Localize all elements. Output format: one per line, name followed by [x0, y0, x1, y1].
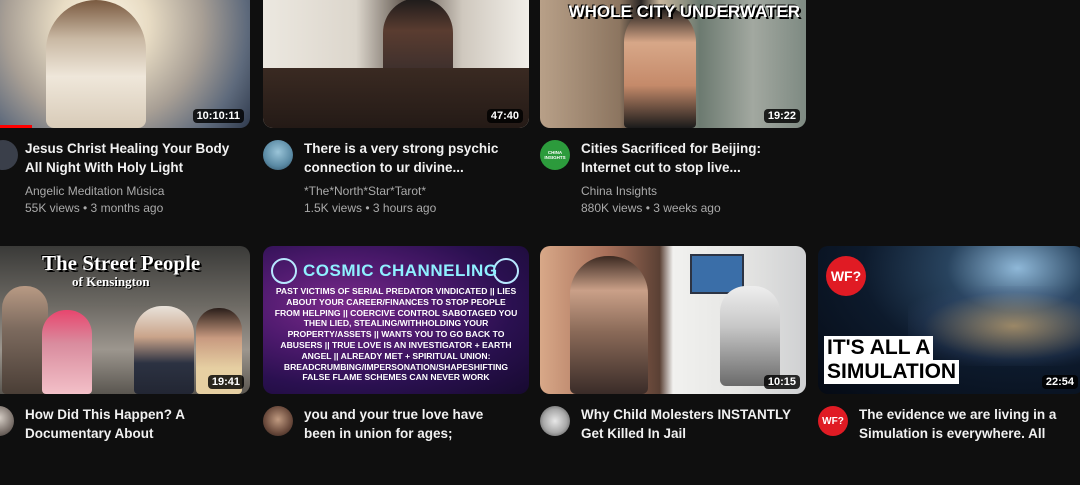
thumbnail-caption: The Street People: [42, 251, 201, 275]
channel-avatar[interactable]: [0, 140, 18, 170]
video-title[interactable]: There is a very strong psychic connectio…: [304, 139, 517, 177]
video-card[interactable]: 10:10:11 Jesus Christ Healing Your Body …: [0, 0, 250, 219]
video-title[interactable]: The evidence we are living in a Simulati…: [859, 405, 1068, 443]
china-insights-logo-icon[interactable]: CHINA INSIGHTS: [540, 140, 570, 170]
channel-avatar[interactable]: [263, 406, 293, 436]
thumbnail-figure: [134, 306, 194, 394]
video-thumbnail[interactable]: 47:40: [263, 0, 529, 128]
thumbnail-caption: SIMULATION: [824, 360, 960, 384]
video-card[interactable]: WHOLE CITY UNDERWATER 19:22 CHINA INSIGH…: [540, 0, 806, 219]
channel-avatar[interactable]: [263, 140, 293, 170]
video-title[interactable]: Jesus Christ Healing Your Body All Night…: [25, 139, 238, 177]
thumbnail-figure: [570, 256, 648, 394]
video-stats: 55K views • 3 months ago: [25, 201, 164, 215]
thumbnail-ornament: [271, 258, 297, 284]
thumbnail-body-text: PAST VICTIMS OF SERIAL PREDATOR VINDICAT…: [274, 286, 518, 383]
video-thumbnail[interactable]: COSMIC CHANNELING PAST VICTIMS OF SERIAL…: [263, 246, 529, 394]
video-duration: 47:40: [486, 109, 523, 123]
video-duration: 10:15: [763, 375, 800, 389]
video-stats: 1.5K views • 3 hours ago: [304, 201, 437, 215]
channel-name[interactable]: China Insights: [581, 183, 794, 199]
video-duration: 22:54: [1041, 375, 1078, 389]
thumbnail-city-lights: [908, 286, 1080, 366]
video-duration: 19:41: [207, 375, 244, 389]
thumbnail-figure: [624, 6, 696, 128]
avatar-logo-text: CHINA INSIGHTS: [544, 150, 566, 160]
video-thumbnail[interactable]: WF? IT'S ALL A SIMULATION 22:54: [818, 246, 1080, 394]
more-options-icon[interactable]: ⋮: [1076, 404, 1080, 421]
video-thumbnail[interactable]: 10:15: [540, 246, 806, 394]
thumbnail-caption: IT'S ALL A: [824, 336, 934, 360]
video-card[interactable]: 47:40 There is a very strong psychic con…: [263, 0, 529, 219]
wf-logo-text: WF?: [830, 268, 862, 284]
video-thumbnail[interactable]: The Street People of Kensington 19:41: [0, 246, 250, 394]
video-title[interactable]: Cities Sacrificed for Beijing: Internet …: [581, 139, 794, 177]
thumbnail-caption: COSMIC CHANNELING: [303, 261, 498, 280]
thumbnail-caption: WHOLE CITY UNDERWATER: [568, 2, 800, 21]
channel-avatar[interactable]: [540, 406, 570, 436]
video-card[interactable]: COSMIC CHANNELING PAST VICTIMS OF SERIAL…: [263, 246, 529, 485]
video-stats: 880K views • 3 weeks ago: [581, 201, 721, 215]
thumbnail-figure: [42, 310, 92, 394]
video-duration: 10:10:11: [192, 109, 244, 123]
thumbnail-figure: [720, 286, 780, 386]
channel-name[interactable]: Angelic Meditation Música: [25, 183, 238, 199]
video-duration: 19:22: [763, 109, 800, 123]
wf-logo-icon[interactable]: WF?: [818, 406, 848, 436]
video-card[interactable]: WF? IT'S ALL A SIMULATION 22:54 WF? The …: [818, 246, 1080, 485]
channel-name[interactable]: *The*North*Star*Tarot*: [304, 183, 517, 199]
video-title[interactable]: How Did This Happen? A Documentary About…: [25, 405, 238, 443]
video-title[interactable]: Why Child Molesters INSTANTLY Get Killed…: [581, 405, 794, 443]
avatar-logo-text: WF?: [822, 415, 844, 427]
thumbnail-figure: [46, 0, 146, 128]
video-title[interactable]: you and your true love have been in unio…: [304, 405, 517, 443]
video-thumbnail[interactable]: 10:10:11: [0, 0, 250, 128]
thumbnail-caption: of Kensington: [72, 274, 150, 289]
video-card[interactable]: The Street People of Kensington 19:41 Ho…: [0, 246, 250, 485]
watch-progress-bar: [0, 125, 32, 128]
video-card[interactable]: 10:15 Why Child Molesters INSTANTLY Get …: [540, 246, 806, 485]
video-thumbnail[interactable]: WHOLE CITY UNDERWATER 19:22: [540, 0, 806, 128]
channel-avatar[interactable]: [0, 406, 14, 436]
wf-logo-icon: WF?: [826, 256, 866, 296]
